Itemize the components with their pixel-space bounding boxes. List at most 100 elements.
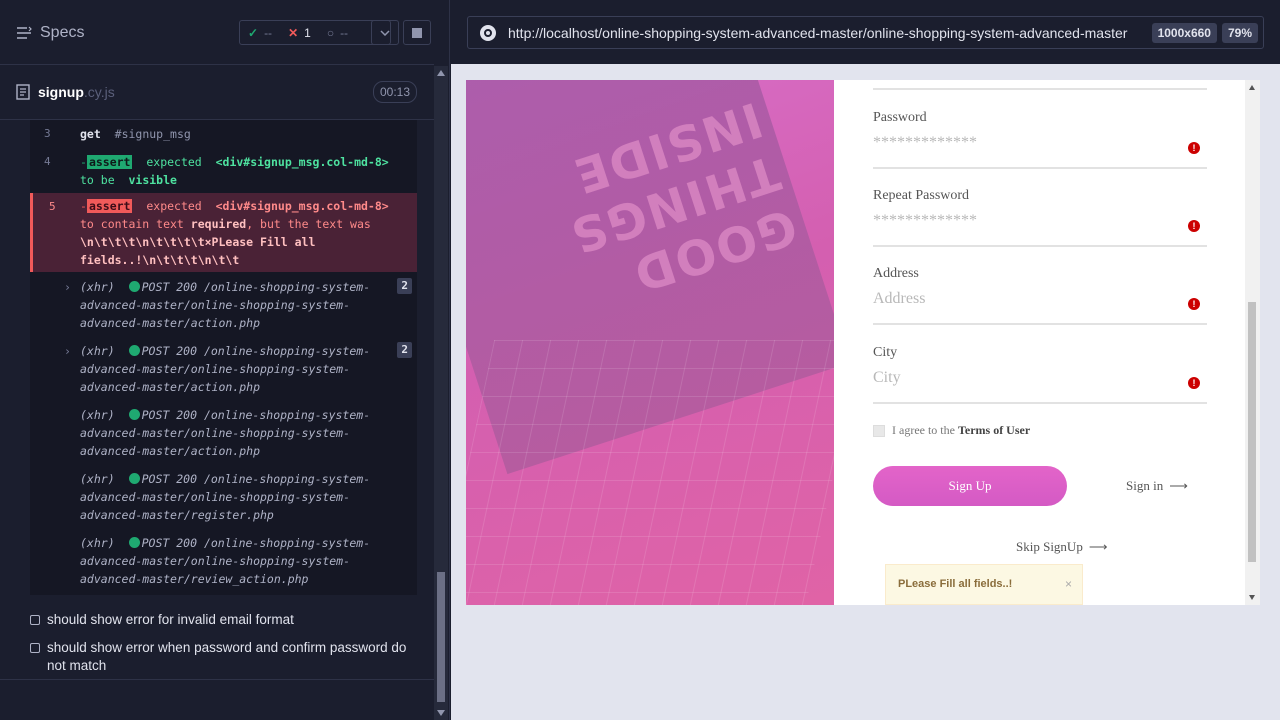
- xhr-method: POST 200: [141, 280, 198, 294]
- failed-count: 1: [304, 25, 311, 40]
- chevron-right-icon: ›: [64, 280, 71, 294]
- error-icon: !: [1188, 220, 1200, 232]
- close-icon[interactable]: ×: [1065, 577, 1072, 591]
- assert-text: to contain text: [80, 217, 184, 231]
- expand-button[interactable]: [371, 20, 399, 45]
- pending-stat: ○ --: [319, 21, 356, 44]
- sign-up-button[interactable]: Sign Up: [873, 466, 1067, 506]
- xhr-url-1: /online-shopping-system-: [203, 344, 371, 358]
- sign-in-label: Sign in: [1126, 478, 1164, 493]
- spec-header: signup.cy.js 00:13: [0, 66, 434, 120]
- xhr-label: (xhr): [80, 472, 115, 486]
- assert-word: expected: [146, 199, 202, 213]
- xhr-entry[interactable]: (xhr) POST 200 /online-shopping-system-ad…: [30, 470, 417, 526]
- test-stats: ✓ -- ✕ 1 ○ --: [239, 20, 391, 45]
- xhr-url-2: advanced-master/online-shopping-system-: [80, 490, 351, 504]
- xhr-entry[interactable]: (xhr) POST 200 /online-shopping-system-ad…: [30, 406, 417, 462]
- field-label: Address: [873, 266, 919, 281]
- field-value[interactable]: *************: [873, 134, 1207, 152]
- sign-in-link[interactable]: Sign in ⟶: [1126, 478, 1188, 494]
- xhr-count-badge: 2: [397, 342, 412, 358]
- signup-form: Password ************* ! Repeat Password…: [834, 80, 1245, 605]
- command-get[interactable]: 3 get #signup_msg: [30, 125, 417, 143]
- error-icon: !: [1188, 377, 1200, 389]
- command-assert-failed[interactable]: 5 - assert expected <div#signup_msg.col-m…: [30, 193, 417, 272]
- specs-toggle[interactable]: Specs: [16, 24, 84, 42]
- xhr-method: POST 200: [141, 536, 198, 550]
- terms-checkbox[interactable]: [873, 424, 885, 437]
- scroll-down-icon[interactable]: [437, 710, 445, 716]
- chevron-right-icon: ›: [64, 344, 71, 358]
- stop-icon: [412, 27, 422, 38]
- city-field[interactable]: City City !: [873, 345, 1207, 404]
- skip-signup-link[interactable]: Skip SignUp ⟶: [1016, 539, 1107, 555]
- scroll-thumb[interactable]: [437, 572, 445, 702]
- arrow-right-icon: ⟶: [1088, 539, 1108, 554]
- field-placeholder[interactable]: City: [873, 369, 1207, 387]
- terms-link[interactable]: Terms of User: [958, 423, 1030, 437]
- scroll-thumb[interactable]: [1248, 302, 1256, 562]
- xhr-entry[interactable]: › (xhr) POST 200 /online-shopping-system-…: [30, 342, 417, 398]
- zoom-badge: 79%: [1221, 22, 1258, 43]
- viewport-badge: 1000x660: [1151, 22, 1217, 43]
- failed-stat: ✕ 1: [280, 21, 319, 44]
- xhr-url-3: advanced-master/review_action.php: [80, 572, 309, 586]
- xhr-label: (xhr): [80, 344, 115, 358]
- password-field[interactable]: Password ************* !: [873, 110, 1207, 169]
- xhr-url-1: /online-shopping-system-: [203, 280, 371, 294]
- file-icon: [16, 84, 30, 100]
- xhr-label: (xhr): [80, 280, 115, 294]
- stop-button[interactable]: [403, 20, 431, 45]
- page-scrollbar[interactable]: [1245, 80, 1260, 605]
- xhr-url-3: advanced-master/action.php: [80, 444, 261, 458]
- scroll-up-icon[interactable]: [1249, 85, 1255, 90]
- aut-iframe: GOOD THINGS INSIDE Password ************…: [466, 80, 1260, 605]
- x-icon: ✕: [288, 25, 299, 40]
- arrow-right-icon: ⟶: [1169, 478, 1188, 493]
- status-dot: [128, 473, 140, 484]
- status-dot: [128, 409, 140, 420]
- repeat-password-field[interactable]: Repeat Password ************* !: [873, 188, 1207, 247]
- command-assert-visible[interactable]: 4 - assert expected <div#signup_msg.col-m…: [30, 153, 417, 189]
- field-placeholder[interactable]: Address: [873, 290, 1207, 308]
- scroll-up-icon[interactable]: [437, 70, 445, 76]
- xhr-entry[interactable]: (xhr) POST 200 /online-shopping-system-ad…: [30, 534, 417, 590]
- xhr-label: (xhr): [80, 536, 115, 550]
- command-arg: #signup_msg: [114, 127, 191, 141]
- test-item-invalid-email[interactable]: should show error for invalid email form…: [30, 611, 410, 629]
- status-dot: [128, 537, 140, 548]
- command-log: 3 get #signup_msg 4 - assert expected <di…: [30, 120, 417, 595]
- chevron-down-icon: [380, 29, 390, 36]
- address-field[interactable]: Address Address !: [873, 266, 1207, 325]
- xhr-url-3: advanced-master/action.php: [80, 316, 261, 330]
- assert-tag: assert: [86, 155, 133, 169]
- floor-grid: [466, 340, 834, 605]
- divider: [0, 679, 434, 680]
- assert-subject: <div#signup_msg.col-md-8>: [215, 155, 389, 169]
- assert-subject: <div#signup_msg.col-md-8>: [215, 199, 389, 213]
- field-label: Repeat Password: [873, 188, 970, 203]
- command-number: 5: [49, 200, 56, 213]
- assert-actual-2: fields..!\n\t\t\t\n\t\t: [80, 253, 240, 267]
- command-number: 3: [44, 127, 51, 140]
- spec-name: signup: [38, 84, 84, 100]
- assert-value: visible: [128, 173, 177, 187]
- spec-file[interactable]: signup.cy.js: [16, 84, 115, 100]
- specs-label: Specs: [40, 24, 85, 41]
- url-bar[interactable]: http://localhost/online-shopping-system-…: [467, 16, 1264, 49]
- scroll-down-icon[interactable]: [1249, 595, 1255, 600]
- test-item-password-mismatch[interactable]: should show error when password and conf…: [30, 639, 410, 675]
- signup-alert: PLease Fill all fields..! ×: [885, 564, 1083, 605]
- xhr-entry[interactable]: › (xhr) POST 200 /online-shopping-system-…: [30, 278, 417, 334]
- xhr-url-2: advanced-master/online-shopping-system-: [80, 554, 351, 568]
- hero-image: GOOD THINGS INSIDE: [466, 80, 834, 605]
- assert-expected: required: [190, 217, 247, 231]
- test-title: should show error for invalid email form…: [47, 612, 294, 627]
- xhr-url-3: advanced-master/register.php: [80, 508, 274, 522]
- xhr-url-3: advanced-master/action.php: [80, 380, 261, 394]
- passed-stat: ✓ --: [240, 21, 280, 44]
- assert-actual-1: \n\t\t\t\n\t\t\t\t×PLease Fill all: [80, 235, 316, 249]
- app-under-test: http://localhost/online-shopping-system-…: [451, 0, 1280, 720]
- reporter-scrollbar[interactable]: [434, 66, 448, 720]
- field-value[interactable]: *************: [873, 212, 1207, 230]
